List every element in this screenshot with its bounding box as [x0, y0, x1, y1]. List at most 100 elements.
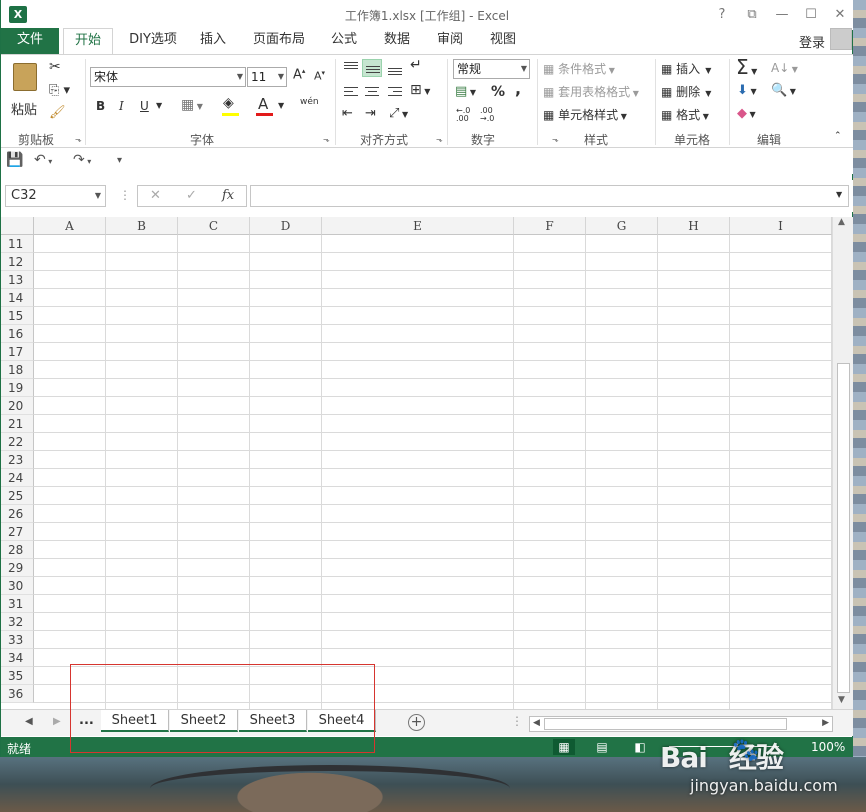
font-size-select[interactable]: 11 ▼ — [247, 67, 287, 87]
format-painter-icon[interactable]: 🖌 — [49, 105, 66, 120]
comma-style-button[interactable]: , — [515, 79, 521, 98]
row-header[interactable]: 24 — [1, 469, 34, 487]
row-header[interactable]: 16 — [1, 325, 34, 343]
cancel-icon[interactable]: ✕ — [150, 188, 161, 203]
cut-icon[interactable]: ✂ — [49, 59, 61, 75]
row-header[interactable]: 26 — [1, 505, 34, 523]
format-cells-button[interactable]: ▦ 格式 ▼ — [661, 106, 709, 123]
wrap-text-icon[interactable]: ↵ — [410, 57, 422, 73]
row-header[interactable]: 29 — [1, 559, 34, 577]
copy-icon[interactable]: ⎘ ▾ — [49, 83, 70, 98]
column-header[interactable]: B — [106, 217, 178, 235]
row-header[interactable]: 31 — [1, 595, 34, 613]
horizontal-scrollbar[interactable]: ◀ ▶ — [529, 716, 833, 732]
tab-diy[interactable]: DIY选项 — [121, 28, 185, 54]
fill-color-icon[interactable]: ◈ — [223, 95, 234, 111]
column-header[interactable]: E — [322, 217, 514, 235]
user-avatar[interactable] — [830, 28, 852, 50]
row-header[interactable]: 28 — [1, 541, 34, 559]
phonetic-guide-icon[interactable]: wén — [300, 97, 319, 107]
sheet-tab[interactable]: Sheet3 — [239, 710, 307, 732]
chevron-down-icon[interactable]: ▼ — [156, 101, 162, 110]
horizontal-scroll-thumb[interactable] — [544, 718, 787, 730]
row-header[interactable]: 13 — [1, 271, 34, 289]
page-layout-view-icon[interactable]: ▤ — [591, 739, 613, 755]
bottom-align-icon[interactable] — [385, 59, 405, 77]
column-header[interactable]: G — [586, 217, 658, 235]
normal-view-icon[interactable]: ▦ — [553, 739, 575, 755]
middle-align-icon[interactable] — [362, 59, 382, 77]
formula-input[interactable] — [250, 185, 849, 207]
tab-split-grip-icon[interactable]: ⋮ — [511, 714, 523, 728]
tab-file[interactable]: 文件 — [1, 28, 59, 54]
new-sheet-button[interactable]: + — [408, 714, 425, 731]
tab-home[interactable]: 开始 — [63, 28, 113, 54]
row-header[interactable]: 21 — [1, 415, 34, 433]
worksheet-grid[interactable]: ▲ ▼ A B C D E F G H I 11 12 13 14 15 16 17 18 19 20 21 22 23 2… — [1, 217, 853, 709]
fill-icon[interactable]: ⬇ ▼ — [737, 83, 757, 98]
column-header[interactable]: F — [514, 217, 586, 235]
insert-function-icon[interactable]: fx — [222, 188, 234, 203]
expand-formula-bar-icon[interactable]: ▼ — [836, 190, 842, 199]
format-as-table-button[interactable]: ▦ 套用表格格式 ▼ — [543, 83, 639, 100]
chevron-down-icon[interactable]: ▼ — [278, 101, 284, 110]
font-color-icon[interactable]: A — [258, 95, 268, 113]
tab-insert[interactable]: 插入 — [191, 28, 235, 54]
tab-formulas[interactable]: 公式 — [321, 28, 367, 54]
merge-center-icon[interactable]: ⊞ ▼ — [410, 82, 430, 98]
column-header[interactable]: A — [34, 217, 106, 235]
bold-button[interactable]: B — [96, 99, 105, 113]
row-header[interactable]: 12 — [1, 253, 34, 271]
number-launcher-icon[interactable]: ⬎ — [552, 135, 559, 144]
select-all-corner[interactable] — [1, 217, 34, 235]
row-header[interactable]: 33 — [1, 631, 34, 649]
align-right-icon[interactable] — [385, 83, 405, 101]
align-center-icon[interactable] — [362, 83, 382, 101]
conditional-formatting-button[interactable]: ▦ 条件格式 ▼ — [543, 60, 615, 77]
collapse-ribbon-icon[interactable]: ⌃ — [834, 131, 842, 141]
tab-data[interactable]: 数据 — [375, 28, 419, 54]
row-header[interactable]: 25 — [1, 487, 34, 505]
column-header[interactable]: C — [178, 217, 250, 235]
top-align-icon[interactable] — [341, 59, 361, 77]
row-header[interactable]: 17 — [1, 343, 34, 361]
redo-icon[interactable]: ↷ ▾ — [73, 152, 91, 168]
column-header[interactable]: D — [250, 217, 322, 235]
vertical-scroll-thumb[interactable] — [837, 363, 850, 693]
row-header[interactable]: 27 — [1, 523, 34, 541]
alignment-launcher-icon[interactable]: ⬎ — [436, 135, 443, 144]
tab-page-layout[interactable]: 页面布局 — [247, 28, 311, 54]
sort-filter-icon[interactable]: A↓ ▼ — [771, 61, 798, 75]
row-header[interactable]: 32 — [1, 613, 34, 631]
number-format-select[interactable]: 常规 ▼ — [453, 59, 530, 79]
percent-style-button[interactable]: % — [491, 84, 505, 100]
scroll-left-icon[interactable]: ◀ — [533, 718, 540, 728]
ribbon-display-options-icon[interactable]: ⧉ — [742, 5, 762, 25]
decrease-font-icon[interactable]: A▾ — [314, 69, 325, 83]
border-icon[interactable]: ▦ ▼ — [181, 97, 203, 113]
sheet-tab[interactable]: Sheet4 — [308, 710, 376, 732]
increase-font-icon[interactable]: A▴ — [293, 67, 305, 82]
help-icon[interactable]: ? — [712, 5, 732, 25]
row-header[interactable]: 36 — [1, 685, 34, 703]
undo-icon[interactable]: ↶ ▾ — [34, 152, 52, 168]
cell-styles-button[interactable]: ▦ 单元格样式 ▼ — [543, 106, 627, 123]
login-link[interactable]: 登录 — [799, 32, 825, 51]
find-select-icon[interactable]: 🔍 ▼ — [771, 83, 796, 98]
clear-icon[interactable]: ◆ ▼ — [737, 106, 756, 121]
font-launcher-icon[interactable]: ⬎ — [323, 135, 330, 144]
insert-cells-button[interactable]: ▦ 插入 ▼ — [661, 60, 711, 77]
row-header[interactable]: 18 — [1, 361, 34, 379]
row-header[interactable]: 14 — [1, 289, 34, 307]
enter-icon[interactable]: ✓ — [186, 188, 197, 203]
orientation-icon[interactable]: ⤢ ▼ — [389, 106, 408, 121]
next-sheet-icon[interactable]: ▶ — [53, 716, 61, 727]
page-break-view-icon[interactable]: ◧ — [629, 739, 651, 755]
tab-view[interactable]: 视图 — [481, 28, 525, 54]
name-box[interactable]: C32 ▼ — [5, 185, 106, 207]
increase-indent-icon[interactable]: ⇥ — [365, 106, 376, 121]
align-left-icon[interactable] — [341, 83, 361, 101]
maximize-button[interactable]: ☐ — [801, 5, 821, 25]
row-header[interactable]: 15 — [1, 307, 34, 325]
delete-cells-button[interactable]: ▦ 删除 ▼ — [661, 83, 711, 100]
